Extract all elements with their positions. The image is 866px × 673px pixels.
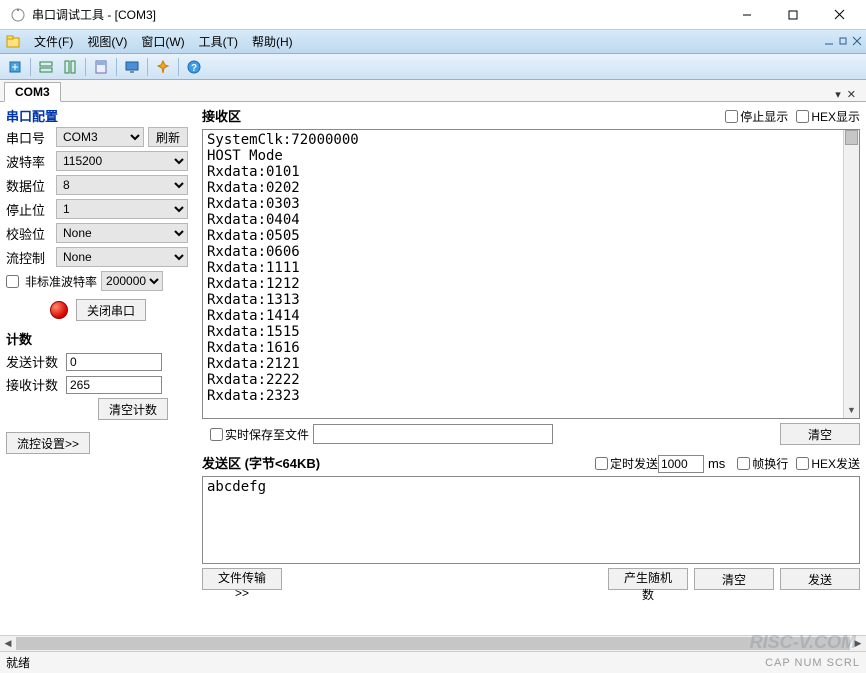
scroll-down-icon[interactable]: ▼ xyxy=(844,402,859,418)
right-panel: 接收区 停止显示 HEX显示 SystemClk:72000000 HOST M… xyxy=(202,106,860,635)
baud-select[interactable]: 115200 xyxy=(56,151,188,171)
toolbar: ? xyxy=(0,54,866,80)
nonstd-baud-select[interactable]: 200000 xyxy=(101,271,163,291)
mdi-restore-icon[interactable] xyxy=(838,35,848,49)
hex-label: HEX显示 xyxy=(811,108,860,125)
menu-tools[interactable]: 工具(T) xyxy=(193,31,244,52)
timed-label: 定时发送 xyxy=(610,455,658,472)
toolbar-divider xyxy=(30,58,31,76)
menu-window[interactable]: 窗口(W) xyxy=(135,31,190,52)
nonstd-baud-checkbox[interactable] xyxy=(6,275,19,288)
horizontal-scrollbar[interactable]: ◀ ▶ xyxy=(0,635,866,651)
toolbar-new-icon[interactable] xyxy=(4,56,26,78)
menu-file[interactable]: 文件(F) xyxy=(28,31,79,52)
flow-settings-button[interactable]: 流控设置>> xyxy=(6,432,90,454)
connection-indicator-icon xyxy=(50,301,68,319)
rx-title: 接收区 xyxy=(202,106,241,125)
recv-count-label: 接收计数 xyxy=(6,375,62,394)
hscroll-thumb[interactable] xyxy=(16,637,850,650)
tx-textarea[interactable]: abcdefg xyxy=(202,476,860,564)
send-count-field[interactable] xyxy=(66,353,162,371)
baud-label: 波特率 xyxy=(6,152,52,171)
pause-display-checkbox[interactable] xyxy=(725,110,738,123)
toolbar-divider xyxy=(85,58,86,76)
rx-scrollbar[interactable]: ▲ ▼ xyxy=(843,130,859,418)
tx-clear-button[interactable]: 清空 xyxy=(694,568,774,590)
send-count-label: 发送计数 xyxy=(6,352,62,371)
recv-count-field[interactable] xyxy=(66,376,162,394)
timed-interval-field[interactable] xyxy=(658,455,704,473)
port-label: 串口号 xyxy=(6,128,52,147)
databits-label: 数据位 xyxy=(6,176,52,195)
menu-help[interactable]: 帮助(H) xyxy=(246,31,299,52)
refresh-button[interactable]: 刷新 xyxy=(148,127,188,147)
tabstrip: COM3 ▾ ✕ xyxy=(0,80,866,102)
file-transfer-button[interactable]: 文件传输>> xyxy=(202,568,282,590)
timed-send-checkbox[interactable] xyxy=(595,457,608,470)
stopbits-select[interactable]: 1 xyxy=(56,199,188,219)
save-label: 实时保存至文件 xyxy=(225,426,309,443)
close-port-button[interactable]: 关闭串口 xyxy=(76,299,146,321)
menu-view[interactable]: 视图(V) xyxy=(81,31,133,52)
titlebar: 串口调试工具 - [COM3] xyxy=(0,0,866,30)
scroll-thumb[interactable] xyxy=(845,130,858,145)
config-title: 串口配置 xyxy=(6,106,188,125)
parity-label: 校验位 xyxy=(6,224,52,243)
window-title: 串口调试工具 - [COM3] xyxy=(32,6,724,23)
databits-select[interactable]: 8 xyxy=(56,175,188,195)
menubar: 文件(F) 视图(V) 窗口(W) 工具(T) 帮助(H) xyxy=(0,30,866,54)
scroll-left-icon[interactable]: ◀ xyxy=(0,636,16,651)
save-to-file-checkbox[interactable] xyxy=(210,428,223,441)
toolbar-help-icon[interactable]: ? xyxy=(183,56,205,78)
scroll-right-icon[interactable]: ▶ xyxy=(850,636,866,651)
toolbar-tile-h-icon[interactable] xyxy=(35,56,57,78)
toolbar-calculator-icon[interactable] xyxy=(90,56,112,78)
tab-close-icon[interactable]: ✕ xyxy=(847,88,856,101)
stopbits-label: 停止位 xyxy=(6,200,52,219)
save-path-field[interactable] xyxy=(313,424,553,444)
timed-unit: ms xyxy=(708,456,725,471)
window-icon[interactable] xyxy=(4,33,22,51)
wrap-label: 帧换行 xyxy=(752,455,788,472)
status-text: 就绪 xyxy=(6,654,30,671)
hex-send-checkbox[interactable] xyxy=(796,457,809,470)
mdi-minimize-icon[interactable] xyxy=(824,35,834,49)
keyboard-status: CAP NUM SCRL xyxy=(765,657,860,669)
app-icon xyxy=(10,7,26,23)
toolbar-monitor-icon[interactable] xyxy=(121,56,143,78)
flow-label: 流控制 xyxy=(6,248,52,267)
rx-clear-button[interactable]: 清空 xyxy=(780,423,860,445)
toolbar-pin-icon[interactable] xyxy=(152,56,174,78)
rx-textarea[interactable]: SystemClk:72000000 HOST Mode Rxdata:0101… xyxy=(202,129,860,419)
toolbar-divider xyxy=(116,58,117,76)
frame-wrap-checkbox[interactable] xyxy=(737,457,750,470)
maximize-button[interactable] xyxy=(770,0,816,30)
hex-send-label: HEX发送 xyxy=(811,455,860,472)
svg-text:?: ? xyxy=(191,63,197,74)
nonstd-label: 非标准波特率 xyxy=(25,273,97,290)
send-button[interactable]: 发送 xyxy=(780,568,860,590)
mdi-close-icon[interactable] xyxy=(852,35,862,49)
left-panel: 串口配置 串口号 COM3 刷新 波特率 115200 数据位 8 停止位 1 … xyxy=(6,106,188,635)
tab-com3[interactable]: COM3 xyxy=(4,82,61,102)
tx-title: 发送区 (字节<64KB) xyxy=(202,453,320,472)
toolbar-divider xyxy=(147,58,148,76)
close-button[interactable] xyxy=(816,0,862,30)
clear-count-button[interactable]: 清空计数 xyxy=(98,398,168,420)
port-select[interactable]: COM3 xyxy=(56,127,144,147)
pause-label: 停止显示 xyxy=(740,108,788,125)
counts-title: 计数 xyxy=(6,329,188,348)
toolbar-divider xyxy=(178,58,179,76)
content-area: 串口配置 串口号 COM3 刷新 波特率 115200 数据位 8 停止位 1 … xyxy=(0,102,866,635)
toolbar-tile-v-icon[interactable] xyxy=(59,56,81,78)
flow-select[interactable]: None xyxy=(56,247,188,267)
tab-dropdown-icon[interactable]: ▾ xyxy=(835,88,841,101)
hex-display-checkbox[interactable] xyxy=(796,110,809,123)
statusbar: 就绪 CAP NUM SCRL xyxy=(0,651,866,673)
parity-select[interactable]: None xyxy=(56,223,188,243)
minimize-button[interactable] xyxy=(724,0,770,30)
random-button[interactable]: 产生随机数 xyxy=(608,568,688,590)
